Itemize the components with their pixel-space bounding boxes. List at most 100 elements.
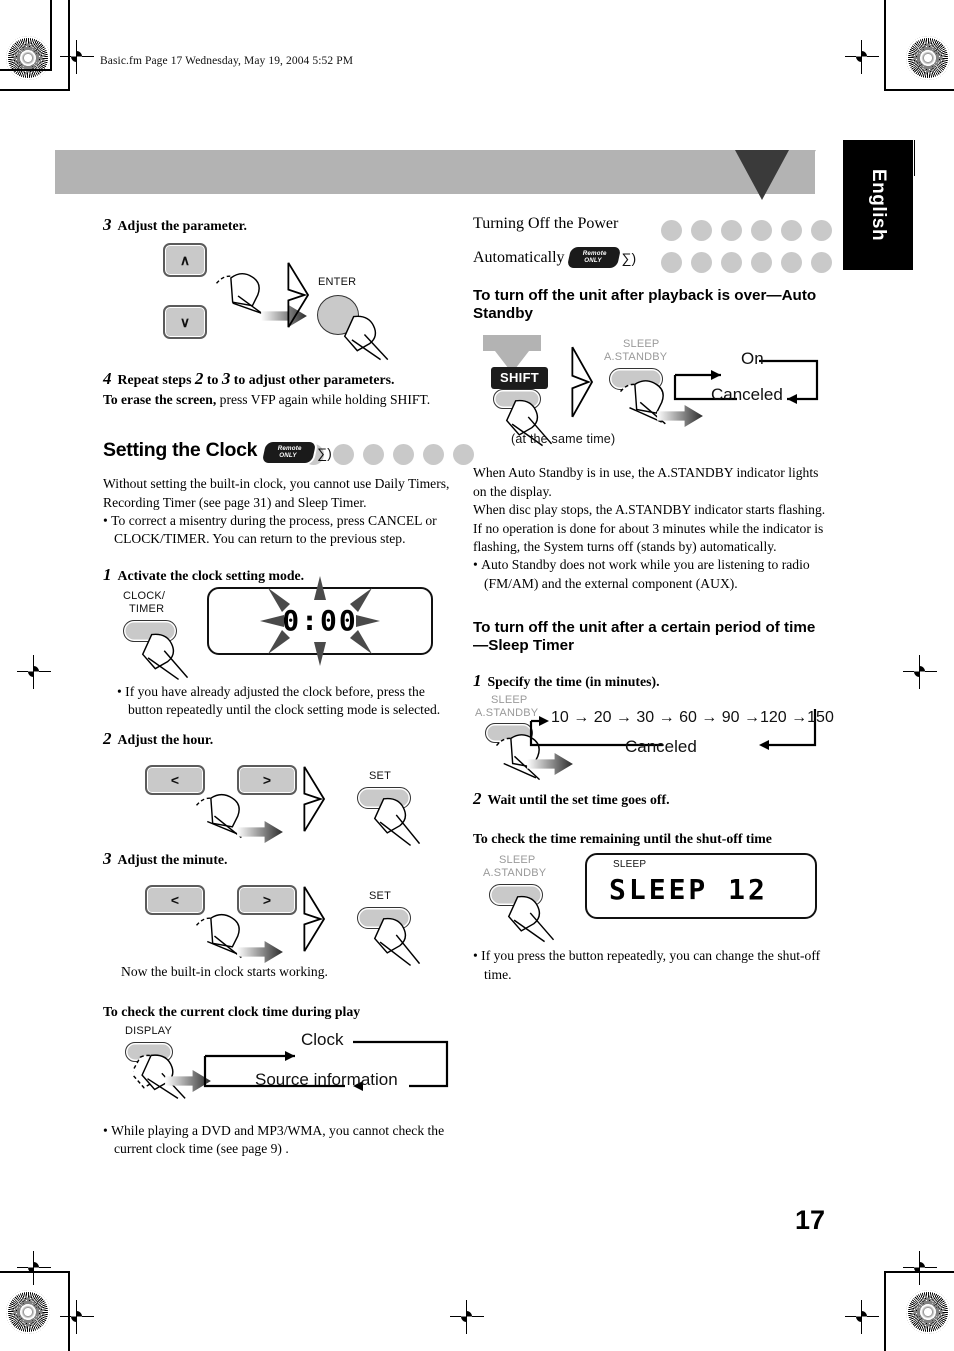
down-key: ∨ [163,305,207,339]
decor-dot [423,443,444,465]
step-text-a: Repeat steps [117,372,195,387]
registration-mark-bottom-center [450,1300,484,1334]
registration-mark-right [903,655,937,689]
erase-screen-rest: press VFP again while holding SHIFT. [216,392,431,407]
figure-sleep-sequence: SLEEP A.STANDBY 10 → 20 → 30 → 60 → 90 →… [473,694,834,787]
clock-timer-button-label-1: CLOCK/ [123,589,166,602]
step-repeat: 4 Repeat steps 2 to 3 to adjust other pa… [103,369,458,389]
step-text: Repeat steps 2 to 3 to adjust other para… [118,369,395,389]
registration-mark-bottom-right-2 [845,1300,879,1334]
a-standby-label: A.STANDBY [604,351,668,364]
sleep-time-sequence: 10 → 20 → 30 → 60 → 90 →120 →150 [551,709,834,727]
seq-10: 10 [551,709,569,727]
section-setting-the-clock: Setting the Clock Remote ONLY ∑) [103,439,474,469]
remote-only-badge: Remote ONLY ∑) [566,247,636,268]
crop-line-top-left-v [68,0,70,90]
step-text-c: to [203,372,222,387]
shift-key: SHIFT [491,367,549,390]
flow-label-clock: Clock [301,1029,344,1049]
decor-dot [333,443,354,465]
decor-dot [453,443,474,465]
seq-20: 20 [593,709,612,727]
step-number: 1 [473,671,482,691]
crop-line-top-right-h [884,89,954,91]
hollow-chevron-icon [303,766,326,833]
right-column: Turning Off the Power Automatically Remo… [473,215,834,984]
remote-only-chip: Remote ONLY [261,442,317,464]
language-tab-label: English [868,168,889,242]
right-key-label: > [262,892,272,909]
check-remaining-heading: To check the time remaining until the sh… [473,831,772,847]
remote-badge-line2: ONLY [584,256,602,264]
finger-press-set2-icon [373,918,421,967]
sleep-canceled-label: Canceled [625,737,697,757]
erase-screen-note: To erase the screen, press VFP again whi… [103,391,458,409]
down-key-label: ∨ [179,313,191,330]
decor-dot [811,251,832,273]
hollow-chevron-icon [303,886,326,953]
step-wait-time: 2 Wait until the set time goes off. [473,789,828,809]
clock-intro-bullet: To correct a misentry during the process… [103,512,458,549]
check-clock-heading: To check the current clock time during p… [103,1003,361,1019]
step-text: Adjust the minute. [117,852,228,868]
decor-dot [751,219,772,241]
step-text: Specify the time (in minutes). [487,674,660,690]
sleep-label: SLEEP [491,694,528,707]
progress-arrow-icon [237,941,283,964]
up-key-label: ∧ [179,251,191,268]
step-number: 2 [473,789,482,809]
decor-dot [363,443,384,465]
page-number: 17 [795,1205,826,1235]
step-number: 4 [103,369,112,388]
section-dot-row-1 [661,215,832,245]
crop-line-top-right-v [884,0,886,90]
manual-page: Basic.fm Page 17 Wednesday, May 19, 2004… [0,0,954,1351]
sleep-display-value: SLEEP 12 [609,873,768,907]
registration-mark-top-left [60,40,94,74]
decor-dot [691,251,712,273]
decor-dot [661,251,682,273]
banner-triangle-dark [735,150,789,200]
left-key-label: < [170,892,180,909]
sleep-indicator: SLEEP [613,859,647,871]
decor-dot [721,219,742,241]
left-key-label: < [170,772,180,789]
crop-line-bottom-left-h [0,1271,70,1273]
remote-only-badge: Remote ONLY ∑) [261,442,332,464]
step-text: Wait until the set time goes off. [487,792,670,808]
step-number: 1 [103,564,112,584]
crop-line-top-left-h [0,89,70,91]
sleep-label: SLEEP [623,338,660,351]
registration-star-bottom-right [906,1290,950,1334]
section-title: Setting the Clock [103,439,261,463]
step-number: 2 [103,729,112,749]
enter-button-label: ENTER [318,276,357,288]
figure-display-flow: DISPLAY Clock Source information [103,1024,458,1106]
step-adjust-parameter: 3 Adjust the parameter. [103,215,458,235]
clock-display-value: 0:00 [282,604,358,638]
seq-60: 60 [679,709,697,727]
signal-wave-icon: ∑) [317,444,332,461]
section-turning-off-power: Turning Off the Power Automatically Remo… [473,215,832,277]
sleep-label: SLEEP [499,854,536,867]
flow-label-source: Source information [255,1069,398,1089]
finger-press-enter-icon [343,315,389,361]
finger-press-clock-icon [141,633,189,680]
seq-90: 90 [721,709,740,727]
display-button-label: DISPLAY [125,1024,173,1037]
sleep-display: SLEEP SLEEP 12 [585,853,817,920]
registration-mark-bottom-left-2 [60,1300,94,1334]
decor-dot [393,443,414,465]
crop-line-bottom-right-h [884,1271,954,1273]
decor-dot [811,219,832,241]
remote-only-chip: Remote ONLY [566,247,621,268]
sleep-timer-subhead: To turn off the unit after a certain per… [473,618,816,655]
remote-badge-line2: ONLY [279,451,298,459]
registration-mark-top-right [845,40,879,74]
step-number: 3 [103,215,112,234]
registration-mark-bottom-left [17,1251,51,1285]
figure-adjust-hour: < > SET [103,751,458,853]
seq-150: 150 [807,709,834,727]
clock-timer-button-label-2: TIMER [129,602,165,615]
seq-120: 120 [760,709,787,727]
